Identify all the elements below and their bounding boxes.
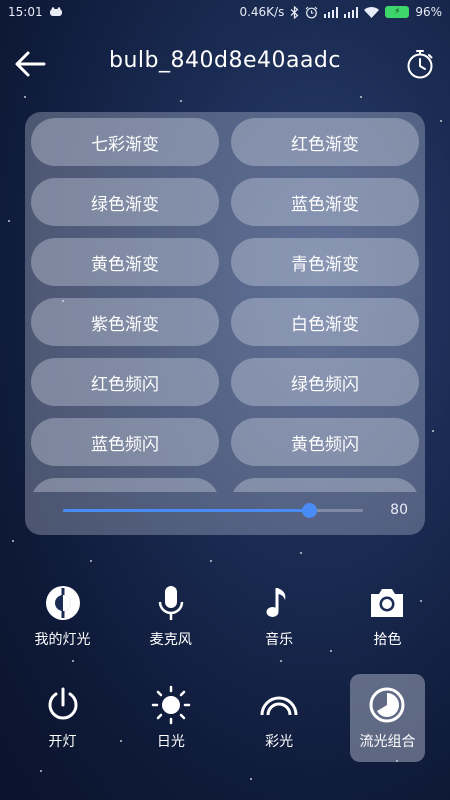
flow-combo-icon xyxy=(369,687,405,723)
slider-value: 80 xyxy=(390,502,408,518)
function-row-primary: 我的灯光 麦克风 音乐 拾色 xyxy=(25,572,425,660)
slider-thumb[interactable] xyxy=(302,503,317,518)
function-label: 麦克风 xyxy=(149,632,192,648)
mode-button[interactable]: 蓝色频闪 xyxy=(31,418,219,466)
power-on-button[interactable]: 开灯 xyxy=(25,674,100,762)
function-label: 我的灯光 xyxy=(34,632,91,648)
mode-button[interactable]: 黄色频闪 xyxy=(231,418,419,466)
music-note-icon xyxy=(266,588,286,617)
timer-button[interactable] xyxy=(402,46,438,82)
mode-button[interactable]: 绿色渐变 xyxy=(31,178,219,226)
mode-button[interactable]: 紫色渐变 xyxy=(31,298,219,346)
my-light-button[interactable]: 我的灯光 xyxy=(25,572,100,660)
rainbow-icon xyxy=(260,696,298,716)
mode-button[interactable]: 红色渐变 xyxy=(231,118,419,166)
wifi-icon xyxy=(364,6,380,18)
bluetooth-icon xyxy=(290,5,299,19)
flow-combo-button[interactable]: 流光组合 xyxy=(349,674,425,762)
status-bar: 15:01 0.46K/s ⚡ 96% xyxy=(0,0,450,24)
color-light-button[interactable]: 彩光 xyxy=(242,674,317,762)
color-picker-button[interactable]: 拾色 xyxy=(350,572,425,660)
back-button[interactable] xyxy=(12,46,48,82)
mode-button[interactable]: 黄色渐变 xyxy=(31,238,219,286)
mode-button[interactable] xyxy=(231,478,419,492)
function-label: 拾色 xyxy=(373,632,402,648)
power-icon xyxy=(48,687,77,720)
slider-track[interactable] xyxy=(63,503,363,518)
mode-list[interactable]: 七彩渐变 红色渐变 绿色渐变 蓝色渐变 黄色渐变 青色渐变 紫色渐变 白色渐变 … xyxy=(31,118,419,492)
mode-button[interactable] xyxy=(31,478,219,492)
battery-level: 96% xyxy=(415,5,442,19)
mode-button[interactable]: 蓝色渐变 xyxy=(231,178,419,226)
device-title: bulb_840d8e40aadc xyxy=(109,48,341,73)
function-label: 音乐 xyxy=(265,632,294,648)
mode-button[interactable]: 青色渐变 xyxy=(231,238,419,286)
signal-icon xyxy=(324,6,339,18)
function-label: 彩光 xyxy=(265,734,294,750)
daylight-button[interactable]: 日光 xyxy=(133,674,208,762)
slider-fill xyxy=(63,509,309,512)
camera-icon xyxy=(371,589,404,617)
notification-icon xyxy=(49,7,62,16)
mode-button[interactable]: 绿色频闪 xyxy=(231,358,419,406)
speed-slider[interactable]: 80 xyxy=(63,500,408,522)
music-button[interactable]: 音乐 xyxy=(242,572,317,660)
stopwatch-icon xyxy=(407,50,433,79)
signal-icon-2 xyxy=(344,6,359,18)
app-header: bulb_840d8e40aadc xyxy=(0,40,450,88)
microphone-icon xyxy=(158,586,184,620)
sun-icon xyxy=(151,685,191,725)
function-label: 开灯 xyxy=(48,734,77,750)
mode-button[interactable]: 红色频闪 xyxy=(31,358,219,406)
arrow-left-icon xyxy=(15,51,46,77)
function-row-secondary: 开灯 日光 彩光 流光组合 xyxy=(25,674,425,762)
battery-icon: ⚡ xyxy=(385,6,410,18)
my-light-icon xyxy=(45,586,80,620)
network-speed: 0.46K/s xyxy=(239,5,285,19)
microphone-button[interactable]: 麦克风 xyxy=(133,572,208,660)
status-time: 15:01 xyxy=(8,5,43,19)
function-label: 日光 xyxy=(156,734,185,750)
mode-button[interactable]: 七彩渐变 xyxy=(31,118,219,166)
mode-button[interactable]: 白色渐变 xyxy=(231,298,419,346)
alarm-icon xyxy=(305,6,318,18)
mode-panel: 七彩渐变 红色渐变 绿色渐变 蓝色渐变 黄色渐变 青色渐变 紫色渐变 白色渐变 … xyxy=(25,112,425,535)
function-label: 流光组合 xyxy=(359,734,416,750)
